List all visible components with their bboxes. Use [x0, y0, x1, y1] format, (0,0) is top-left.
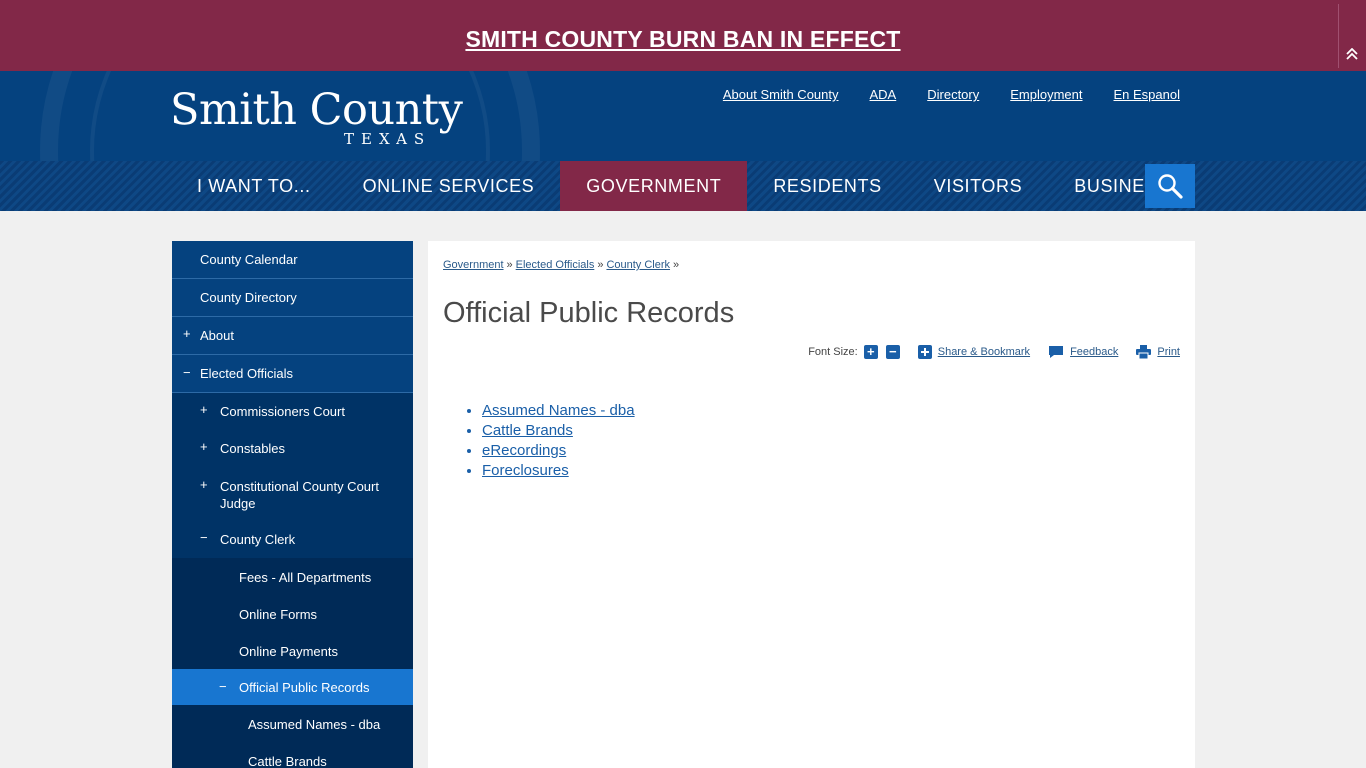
- collapse-icon[interactable]: −: [183, 365, 191, 380]
- breadcrumb-county-clerk[interactable]: County Clerk: [606, 259, 670, 271]
- sidebar-item-label: Constables: [220, 441, 286, 456]
- sidebar-item-label: Fees - All Departments: [239, 570, 372, 585]
- breadcrumb: Government» Elected Officials» County Cler…: [443, 259, 682, 271]
- site-header: Smith County TEXAS About Smith County AD…: [0, 71, 1366, 211]
- font-decrease-button[interactable]: −: [885, 345, 900, 359]
- sidebar-item-county-clerk[interactable]: − County Clerk: [172, 521, 413, 558]
- sidebar-item-label: Elected Officials: [200, 366, 293, 381]
- search-icon: [1158, 174, 1183, 199]
- plus-square-icon: [917, 345, 932, 359]
- main-nav: I WANT TO... ONLINE SERVICES GOVERNMENT …: [0, 161, 1366, 211]
- alert-bar: SMITH COUNTY BURN BAN IN EFFECT: [0, 0, 1366, 71]
- top-link-about[interactable]: About Smith County: [723, 87, 839, 102]
- sidebar-item-online-forms[interactable]: Online Forms: [172, 595, 413, 632]
- breadcrumb-separator: »: [597, 259, 604, 271]
- link-assumed-names[interactable]: Assumed Names - dba: [482, 402, 635, 419]
- sidebar-nav: County Calendar County Directory + About…: [172, 241, 413, 768]
- alert-collapse-button[interactable]: [1338, 4, 1366, 68]
- sidebar-item-label: County Calendar: [200, 252, 298, 267]
- collapse-icon[interactable]: −: [219, 679, 227, 694]
- top-link-espanol[interactable]: En Espanol: [1114, 87, 1181, 102]
- sidebar-item-fees[interactable]: Fees - All Departments: [172, 558, 413, 595]
- nav-i-want-to[interactable]: I WANT TO...: [171, 161, 337, 211]
- sidebar-item-constitutional-county-court-judge[interactable]: + Constitutional County Court Judge: [172, 467, 413, 521]
- sidebar-item-commissioners-court[interactable]: + Commissioners Court: [172, 393, 413, 430]
- share-bookmark-link[interactable]: Share & Bookmark: [917, 345, 1031, 359]
- utility-links: About Smith County ADA Directory Employm…: [723, 87, 1180, 102]
- top-link-employment[interactable]: Employment: [1010, 87, 1082, 102]
- speech-bubble-icon: [1048, 345, 1064, 359]
- list-item: Assumed Names - dba: [482, 401, 635, 421]
- list-item: Foreclosures: [482, 461, 635, 481]
- double-chevron-up-icon: [1346, 48, 1358, 60]
- font-size-label: Font Size:: [808, 346, 858, 358]
- sidebar-item-label: Commissioners Court: [220, 404, 345, 419]
- sidebar-item-label: Online Payments: [239, 644, 338, 659]
- top-link-ada[interactable]: ADA: [870, 87, 897, 102]
- sidebar-item-label: County Clerk: [220, 532, 296, 547]
- printer-icon: [1136, 345, 1152, 359]
- breadcrumb-separator: »: [506, 259, 513, 271]
- nav-government[interactable]: GOVERNMENT: [560, 161, 748, 211]
- top-link-directory[interactable]: Directory: [927, 87, 979, 102]
- link-cattle-brands[interactable]: Cattle Brands: [482, 422, 573, 439]
- sidebar-item-about[interactable]: + About: [172, 317, 413, 355]
- sidebar-item-cattle-brands[interactable]: Cattle Brands: [172, 743, 413, 768]
- main-content: Government» Elected Officials» County Cler…: [428, 241, 1195, 768]
- feedback-link[interactable]: Feedback: [1048, 345, 1118, 359]
- sidebar-item-label: Official Public Records: [239, 680, 370, 695]
- records-link-list: Assumed Names - dba Cattle Brands eRecor…: [482, 401, 635, 481]
- print-link[interactable]: Print: [1136, 345, 1180, 359]
- collapse-icon[interactable]: −: [200, 530, 208, 545]
- sidebar-item-online-payments[interactable]: Online Payments: [172, 632, 413, 669]
- sidebar-item-label: About: [200, 328, 234, 343]
- link-erecordings[interactable]: eRecordings: [482, 442, 566, 459]
- sidebar-item-official-public-records[interactable]: − Official Public Records: [172, 669, 413, 706]
- print-label: Print: [1157, 346, 1180, 358]
- sidebar-item-label: Cattle Brands: [248, 754, 327, 768]
- breadcrumb-separator: »: [673, 259, 680, 271]
- font-increase-button[interactable]: +: [863, 345, 878, 359]
- expand-icon[interactable]: +: [183, 326, 191, 341]
- sidebar-item-label: Constitutional County Court Judge: [220, 479, 379, 511]
- expand-icon[interactable]: +: [200, 477, 208, 492]
- nav-residents[interactable]: RESIDENTS: [747, 161, 907, 211]
- list-item: Cattle Brands: [482, 421, 635, 441]
- search-button[interactable]: [1145, 164, 1195, 208]
- sidebar-item-constables[interactable]: + Constables: [172, 430, 413, 467]
- page-tools: Font Size: + − Share & Bookmark Feedback…: [808, 345, 1180, 359]
- logo-title: Smith County: [170, 85, 463, 135]
- list-item: eRecordings: [482, 441, 635, 461]
- sidebar-item-county-calendar[interactable]: County Calendar: [172, 241, 413, 279]
- sidebar-item-assumed-names[interactable]: Assumed Names - dba: [172, 706, 413, 743]
- breadcrumb-government[interactable]: Government: [443, 259, 504, 271]
- sidebar-item-elected-officials[interactable]: − Elected Officials: [172, 355, 413, 393]
- sidebar-item-county-directory[interactable]: County Directory: [172, 279, 413, 317]
- burn-ban-alert-link[interactable]: SMITH COUNTY BURN BAN IN EFFECT: [0, 26, 1366, 53]
- feedback-label: Feedback: [1070, 346, 1119, 358]
- logo-subtitle: TEXAS: [344, 130, 432, 148]
- nav-online-services[interactable]: ONLINE SERVICES: [337, 161, 561, 211]
- sidebar-item-label: Online Forms: [239, 607, 318, 622]
- sidebar-item-label: County Directory: [200, 290, 297, 305]
- sidebar-item-label: Assumed Names - dba: [248, 717, 381, 732]
- link-foreclosures[interactable]: Foreclosures: [482, 462, 569, 479]
- expand-icon[interactable]: +: [200, 439, 208, 454]
- page-title: Official Public Records: [443, 297, 735, 329]
- nav-visitors[interactable]: VISITORS: [908, 161, 1049, 211]
- breadcrumb-elected-officials[interactable]: Elected Officials: [516, 259, 595, 271]
- share-bookmark-label: Share & Bookmark: [937, 346, 1031, 358]
- expand-icon[interactable]: +: [200, 402, 208, 417]
